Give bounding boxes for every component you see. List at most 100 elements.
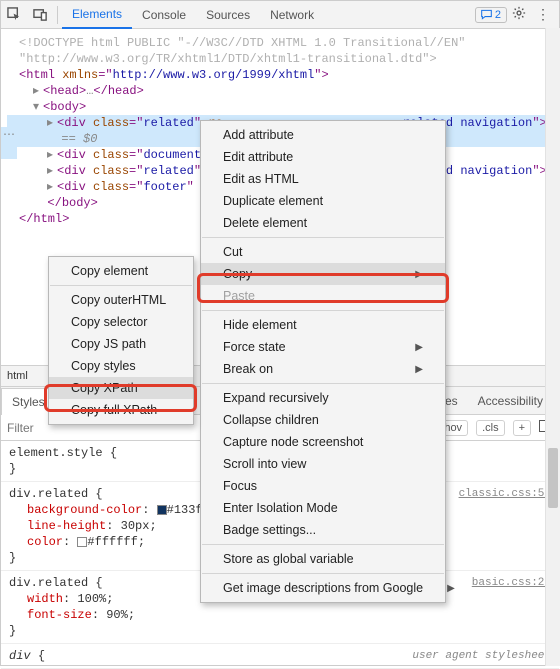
settings-icon[interactable] (507, 6, 531, 23)
color-swatch-icon[interactable] (77, 537, 87, 547)
scrollbar-thumb[interactable] (548, 448, 558, 508)
menu-item-label: Capture node screenshot (223, 435, 363, 449)
menu-item-copy-styles[interactable]: Copy styles (49, 355, 193, 377)
copy-submenu: Copy element Copy outerHTML Copy selector C… (48, 256, 194, 425)
menu-item-duplicate-element[interactable]: Duplicate element (201, 190, 445, 212)
submenu-arrow-icon: ▶ (415, 364, 423, 375)
menu-item-label: Focus (223, 479, 257, 493)
menu-item-enter-isolation-mode[interactable]: Enter Isolation Mode (201, 497, 445, 519)
cls-toggle[interactable]: .cls (476, 420, 505, 436)
more-icon[interactable]: ⋮ (531, 6, 555, 23)
menu-item-label: Get image descriptions from Google (223, 581, 423, 595)
menu-item-copy-outerhtml[interactable]: Copy outerHTML (49, 289, 193, 311)
submenu-arrow-icon: ▶ (447, 583, 455, 594)
menu-item-label: Delete element (223, 216, 307, 230)
menu-item-label: Copy selector (71, 315, 147, 329)
menu-item-get-image-descriptions-from-google[interactable]: Get image descriptions from Google▶ (201, 577, 445, 599)
color-swatch-icon[interactable] (157, 505, 167, 515)
menu-item-label: Enter Isolation Mode (223, 501, 338, 515)
menu-separator (202, 383, 444, 384)
issues-badge[interactable]: 2 (475, 7, 507, 23)
menu-item-label: Expand recursively (223, 391, 329, 405)
menu-item-copy-xpath[interactable]: Copy XPath (49, 377, 193, 399)
menu-item-copy-full-xpath[interactable]: Copy full XPath (49, 399, 193, 421)
menu-item-label: Copy (223, 267, 252, 281)
menu-item-label: Store as global variable (223, 552, 354, 566)
breadcrumb-html[interactable]: html (7, 370, 28, 382)
html-element[interactable]: <html xmlns="http://www.w3.org/1999/xhtm… (7, 67, 559, 83)
menu-item-label: Force state (223, 340, 286, 354)
devtools-tabs: Elements Console Sources Network (62, 1, 324, 29)
submenu-arrow-icon: ▶ (415, 269, 423, 280)
head-element[interactable]: ▸<head>…</head> (7, 83, 559, 99)
menu-item-label: Copy outerHTML (71, 293, 166, 307)
element-context-menu: Add attribute Edit attribute Edit as HTML D… (200, 120, 446, 603)
menu-item-force-state[interactable]: Force state ▶ (201, 336, 445, 358)
menu-item-label: Cut (223, 245, 242, 259)
menu-item-label: Hide element (223, 318, 297, 332)
doctype-line1: <!DOCTYPE html PUBLIC "-//W3C//DTD XHTML… (19, 36, 465, 50)
scrollbar[interactable] (545, 28, 560, 666)
message-icon (481, 9, 492, 20)
menu-item-edit-attribute[interactable]: Edit attribute (201, 146, 445, 168)
menu-item-edit-as-html[interactable]: Edit as HTML (201, 168, 445, 190)
tab-network[interactable]: Network (260, 1, 324, 29)
menu-item-label: Break on (223, 362, 273, 376)
inspect-icon[interactable] (1, 2, 27, 28)
menu-item-label: Copy full XPath (71, 403, 157, 417)
menu-item-label: Add attribute (223, 128, 294, 142)
menu-item-add-attribute[interactable]: Add attribute (201, 124, 445, 146)
tab-elements[interactable]: Elements (62, 1, 132, 29)
devtools-toolbar: Elements Console Sources Network 2 ⋮ (1, 1, 559, 29)
menu-item-label: Collapse children (223, 413, 319, 427)
menu-item-label: Edit attribute (223, 150, 293, 164)
menu-item-cut[interactable]: Cut (201, 241, 445, 263)
menu-item-break-on[interactable]: Break on ▶ (201, 358, 445, 380)
body-element[interactable]: ▾<body> (7, 99, 559, 115)
source-link[interactable]: basic.css:20 (472, 575, 551, 591)
menu-separator (202, 310, 444, 311)
menu-item-store-as-global-variable[interactable]: Store as global variable (201, 548, 445, 570)
menu-item-copy-js-path[interactable]: Copy JS path (49, 333, 193, 355)
menu-item-label: Duplicate element (223, 194, 323, 208)
menu-item-copy-element[interactable]: Copy element (49, 260, 193, 282)
device-toggle-icon[interactable] (27, 2, 53, 28)
menu-item-paste: Paste (201, 285, 445, 307)
tab-accessibility[interactable]: Accessibility (468, 394, 553, 408)
rule-user-agent[interactable]: user agent stylesheet div { (1, 644, 559, 669)
menu-separator (202, 573, 444, 574)
menu-separator (50, 285, 192, 286)
toolbar-right: 2 ⋮ (475, 6, 559, 23)
menu-item-expand-recursively[interactable]: Expand recursively (201, 387, 445, 409)
new-rule-button[interactable]: + (513, 420, 531, 436)
menu-item-copy-selector[interactable]: Copy selector (49, 311, 193, 333)
menu-item-label: Scroll into view (223, 457, 306, 471)
selection-gutter: ⋯ (1, 127, 17, 159)
menu-item-hide-element[interactable]: Hide element (201, 314, 445, 336)
prop-font-size[interactable]: font-size: 90%; (9, 607, 551, 623)
menu-item-label: Paste (223, 289, 255, 303)
menu-separator (202, 544, 444, 545)
menu-item-badge-settings[interactable]: Badge settings... (201, 519, 445, 541)
menu-item-focus[interactable]: Focus (201, 475, 445, 497)
issues-count: 2 (495, 9, 501, 21)
menu-item-capture-node-screenshot[interactable]: Capture node screenshot (201, 431, 445, 453)
menu-item-copy[interactable]: Copy ▶ (201, 263, 445, 285)
user-agent-label: user agent stylesheet (412, 648, 551, 664)
menu-item-label: Badge settings... (223, 523, 316, 537)
submenu-arrow-icon: ▶ (415, 342, 423, 353)
menu-item-label: Edit as HTML (223, 172, 299, 186)
menu-item-delete-element[interactable]: Delete element (201, 212, 445, 234)
menu-separator (202, 237, 444, 238)
tab-console[interactable]: Console (132, 1, 196, 29)
tab-sources[interactable]: Sources (196, 1, 260, 29)
menu-item-label: Copy JS path (71, 337, 146, 351)
menu-item-scroll-into-view[interactable]: Scroll into view (201, 453, 445, 475)
menu-item-label: Copy styles (71, 359, 136, 373)
separator (57, 6, 58, 24)
menu-item-label: Copy element (71, 264, 148, 278)
menu-item-label: Copy XPath (71, 381, 138, 395)
menu-item-collapse-children[interactable]: Collapse children (201, 409, 445, 431)
source-link[interactable]: classic.css:57 (459, 486, 551, 502)
doctype-line2: "http://www.w3.org/TR/xhtml1/DTD/xhtml1-… (19, 52, 437, 66)
